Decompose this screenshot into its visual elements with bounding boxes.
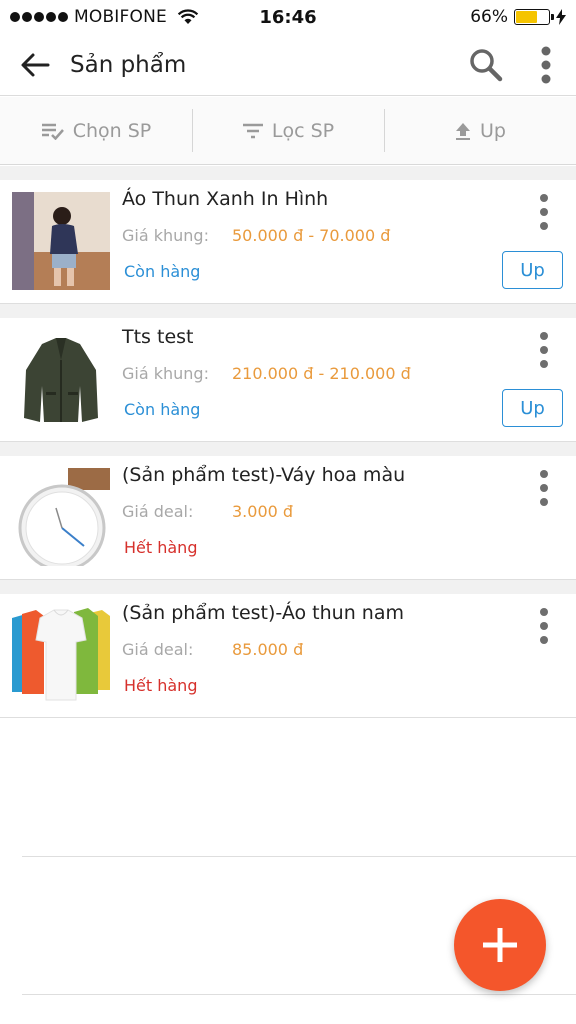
stock-status: Còn hàng [124, 262, 201, 281]
product-name: (Sản phẩm test)-Váy hoa màu [122, 464, 406, 486]
more-dot-icon [540, 222, 548, 230]
product-row[interactable]: Áo Thun Xanh In Hình Giá khung: 50.000 đ… [0, 166, 576, 304]
status-left: MOBIFONE [10, 7, 230, 27]
product-row[interactable]: (Sản phẩm test)-Váy hoa màu Giá deal: 3.… [0, 442, 576, 580]
status-right: 66% [470, 7, 566, 27]
battery-percent: 66% [470, 7, 508, 27]
more-dot-icon [540, 608, 548, 616]
up-products-label: Up [480, 119, 506, 142]
battery-icon [514, 9, 554, 25]
product-row[interactable]: Tts test Giá khung: 210.000 đ - 210.000 … [0, 304, 576, 442]
price-value: 50.000 đ - 70.000 đ [232, 226, 391, 245]
carrier-name: MOBIFONE [74, 7, 167, 27]
select-products-label: Chọn SP [72, 119, 152, 142]
add-product-button[interactable] [454, 899, 546, 991]
page-title: Sản phẩm [70, 51, 187, 78]
app-actions [456, 34, 576, 96]
filter-products-button[interactable]: Lọc SP [192, 97, 384, 164]
product-image [12, 606, 110, 704]
stock-status: Hết hàng [124, 538, 198, 557]
product-more-button[interactable] [532, 608, 556, 644]
product-name: Áo Thun Xanh In Hình [122, 188, 329, 210]
filter-icon [242, 123, 263, 138]
plus-icon [483, 928, 517, 962]
price-value: 210.000 đ - 210.000 đ [232, 364, 411, 383]
product-image [12, 468, 110, 566]
up-button[interactable]: Up [502, 251, 563, 289]
more-dot-icon [540, 208, 548, 216]
product-name: (Sản phẩm test)-Áo thun nam [122, 602, 404, 624]
app-bar: Sản phẩm [0, 34, 576, 96]
stock-status: Hết hàng [124, 676, 198, 695]
price-value: 85.000 đ [232, 640, 304, 659]
product-list: Áo Thun Xanh In Hình Giá khung: 50.000 đ… [0, 166, 576, 718]
product-more-button[interactable] [532, 194, 556, 230]
back-button[interactable] [0, 34, 70, 96]
more-dot-icon [540, 332, 548, 340]
more-vertical-icon [541, 46, 551, 83]
more-dot-icon [540, 498, 548, 506]
price-label: Giá khung: [122, 226, 209, 245]
product-image [12, 192, 110, 290]
more-dot-icon [540, 194, 548, 202]
arrow-left-icon [21, 53, 50, 76]
more-dot-icon [540, 470, 548, 478]
price-label: Giá khung: [122, 364, 209, 383]
action-toolbar: Chọn SP Lọc SP Up [0, 97, 576, 165]
product-more-button[interactable] [532, 332, 556, 368]
price-label: Giá deal: [122, 640, 194, 659]
select-products-button[interactable]: Chọn SP [0, 97, 192, 164]
product-more-button[interactable] [532, 470, 556, 506]
wifi-icon [177, 9, 199, 24]
more-dot-icon [540, 622, 548, 630]
upload-icon [456, 122, 471, 140]
price-value: 3.000 đ [232, 502, 294, 521]
divider [22, 856, 576, 857]
product-image [12, 330, 110, 428]
up-button[interactable]: Up [502, 389, 563, 427]
status-bar: MOBIFONE 16:46 66% [0, 0, 576, 34]
stock-status: Còn hàng [124, 400, 201, 419]
more-dot-icon [540, 636, 548, 644]
search-icon [470, 48, 503, 81]
up-products-button[interactable]: Up [384, 97, 576, 164]
price-label: Giá deal: [122, 502, 194, 521]
filter-products-label: Lọc SP [271, 119, 335, 142]
more-dot-icon [540, 360, 548, 368]
signal-strength-icon [10, 12, 68, 22]
product-row[interactable]: (Sản phẩm test)-Áo thun nam Giá deal: 85… [0, 580, 576, 718]
product-name: Tts test [122, 326, 194, 348]
overflow-menu-button[interactable] [516, 34, 576, 96]
more-dot-icon [540, 346, 548, 354]
battery-level [516, 11, 538, 23]
checklist-icon [41, 123, 64, 140]
charging-bolt-icon [556, 9, 566, 25]
more-dot-icon [540, 484, 548, 492]
divider [22, 994, 576, 995]
search-button[interactable] [456, 34, 516, 96]
